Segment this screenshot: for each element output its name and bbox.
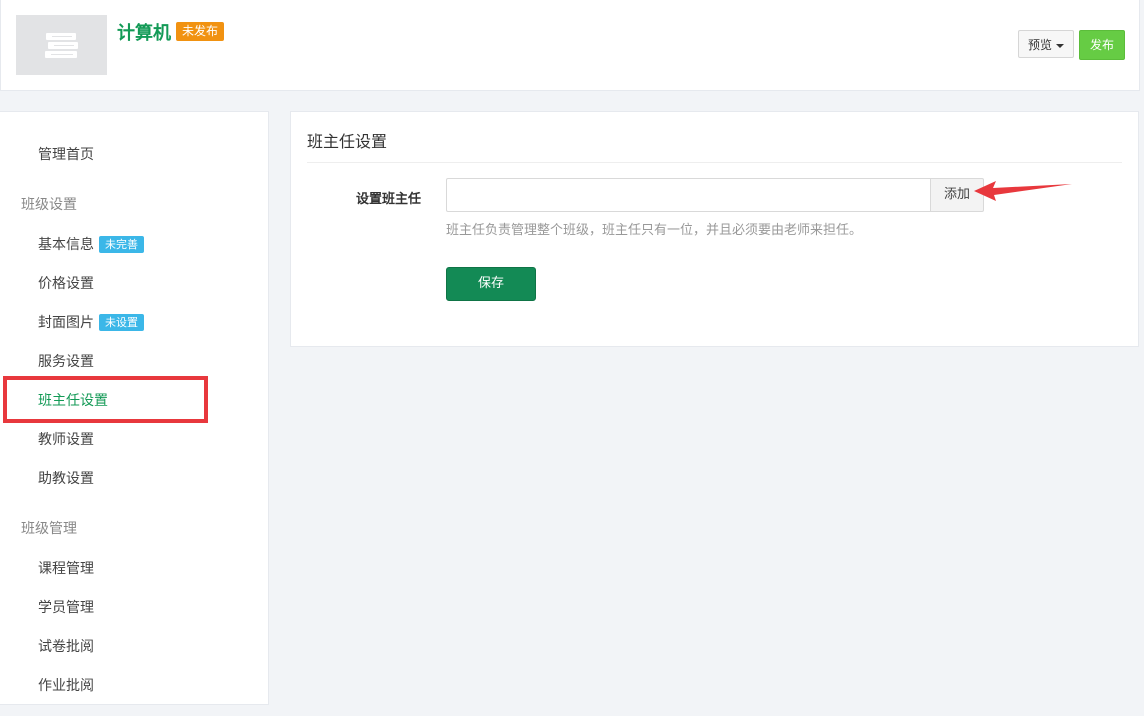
sidebar-nav: 管理首页 班级设置 基本信息 未完善 价格设置 封面图片 未设置 服务设置 班主任设… bbox=[0, 111, 269, 705]
panel-title: 班主任设置 bbox=[307, 132, 388, 151]
sidebar-item-label: 管理首页 bbox=[38, 147, 94, 163]
sidebar-item-cover-image[interactable]: 封面图片 未设置 bbox=[38, 312, 144, 332]
course-header: 计算机 未发布 预览 发布 bbox=[0, 0, 1140, 91]
sidebar-item-head-teacher[interactable]: 班主任设置 bbox=[38, 390, 108, 410]
sidebar-item-label: 班主任设置 bbox=[38, 393, 108, 409]
sidebar-item-assistants[interactable]: 助教设置 bbox=[38, 468, 94, 488]
caret-down-icon bbox=[1056, 43, 1064, 48]
sidebar-item-label: 学员管理 bbox=[38, 600, 94, 616]
sidebar-item-exam-grading[interactable]: 试卷批阅 bbox=[38, 636, 94, 656]
course-title: 计算机 bbox=[117, 23, 171, 44]
sidebar-item-label: 价格设置 bbox=[38, 276, 94, 292]
sidebar-item-basic-info[interactable]: 基本信息 未完善 bbox=[38, 234, 144, 254]
publish-button[interactable]: 发布 bbox=[1079, 30, 1125, 60]
incomplete-badge: 未完善 bbox=[99, 236, 144, 253]
sidebar-item-price[interactable]: 价格设置 bbox=[38, 273, 94, 293]
course-cover-image[interactable] bbox=[16, 15, 107, 75]
sidebar-item-teachers[interactable]: 教师设置 bbox=[38, 429, 94, 449]
sidebar-item-service[interactable]: 服务设置 bbox=[38, 351, 94, 371]
sidebar-item-label: 试卷批阅 bbox=[38, 639, 94, 655]
sidebar-item-label: 服务设置 bbox=[38, 354, 94, 370]
sidebar-item-homework-grading[interactable]: 作业批阅 bbox=[38, 675, 94, 695]
head-teacher-help-text: 班主任负责管理整个班级，班主任只有一位，并且必须要由老师来担任。 bbox=[446, 223, 863, 238]
sidebar-item-label: 作业批阅 bbox=[38, 678, 94, 694]
sidebar-item-courses[interactable]: 课程管理 bbox=[38, 558, 94, 578]
sidebar-item-students[interactable]: 学员管理 bbox=[38, 597, 94, 617]
red-arrow-icon bbox=[974, 181, 1072, 201]
sidebar-item-label: 教师设置 bbox=[38, 432, 94, 448]
head-teacher-settings-panel: 班主任设置 设置班主任 添加 班主任负责管理整个班级，班主任只有一位，并且必须要… bbox=[290, 111, 1139, 347]
sidebar-item-label: 课程管理 bbox=[38, 561, 94, 577]
sidebar-item-home[interactable]: 管理首页 bbox=[38, 144, 94, 164]
sidebar-item-label: 封面图片 bbox=[38, 315, 94, 331]
head-teacher-input-group: 添加 bbox=[446, 178, 984, 212]
preview-dropdown-button[interactable]: 预览 bbox=[1018, 30, 1074, 58]
head-teacher-input[interactable] bbox=[446, 178, 930, 212]
head-teacher-field-label: 设置班主任 bbox=[356, 192, 422, 207]
save-button[interactable]: 保存 bbox=[446, 267, 536, 301]
sidebar-item-label: 助教设置 bbox=[38, 471, 94, 487]
preview-label: 预览 bbox=[1027, 38, 1052, 52]
not-set-badge: 未设置 bbox=[99, 314, 144, 331]
panel-divider bbox=[307, 162, 1122, 163]
sidebar-item-label: 基本信息 bbox=[38, 237, 94, 253]
sidebar-group-class-settings: 班级设置 bbox=[21, 197, 77, 213]
publish-status-badge: 未发布 bbox=[176, 22, 225, 41]
sidebar-group-class-management: 班级管理 bbox=[21, 521, 77, 537]
book-stack-icon bbox=[44, 33, 78, 58]
